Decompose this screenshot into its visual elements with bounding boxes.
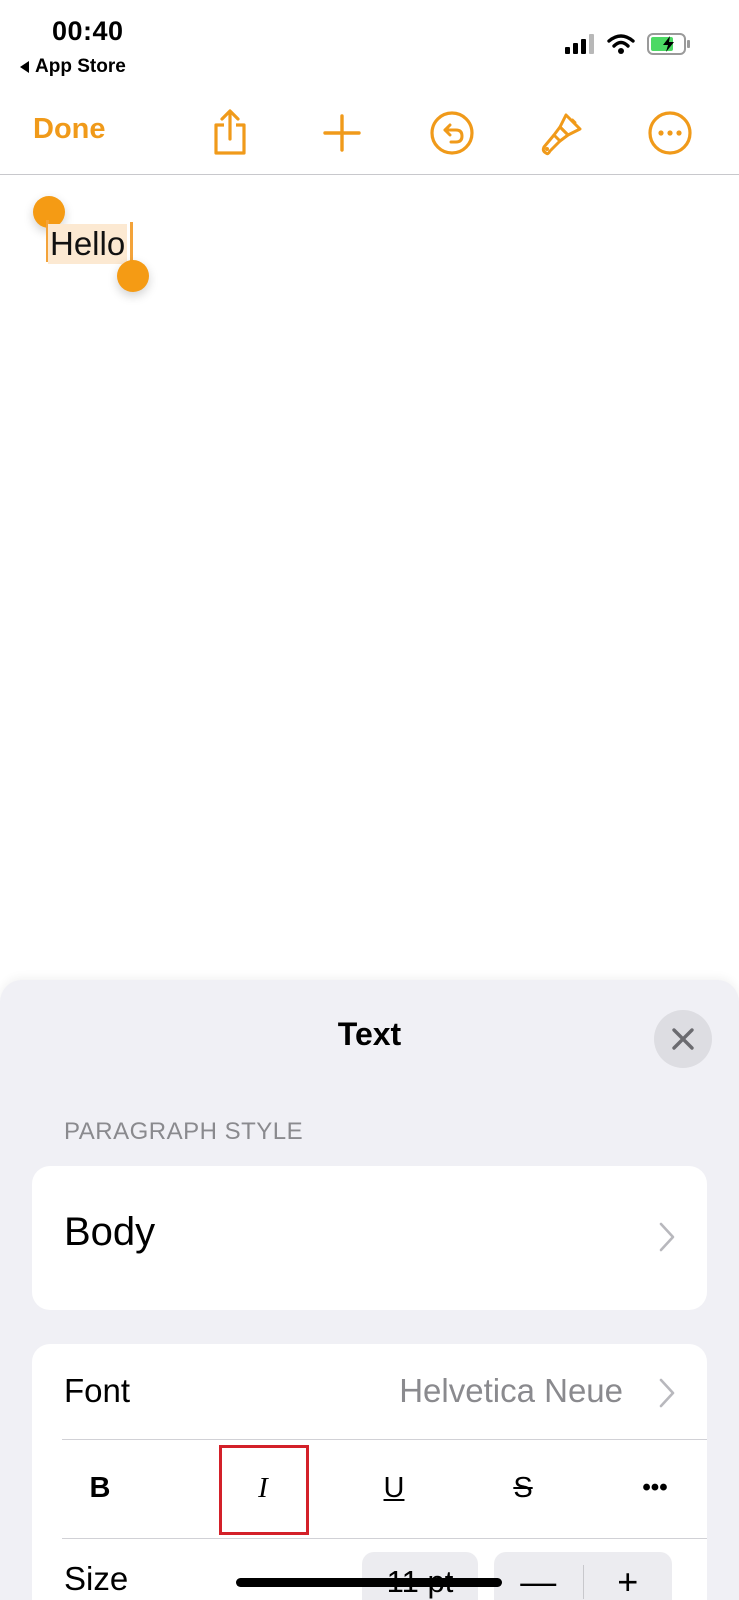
size-label: Size: [64, 1560, 129, 1597]
paragraph-style-value: Body: [64, 1210, 156, 1254]
strikethrough-button[interactable]: S: [483, 1463, 563, 1513]
share-icon[interactable]: [204, 107, 256, 159]
text-format-panel: Text PARAGRAPH STYLE Body Font Helvetica…: [0, 980, 739, 1600]
italic-highlight-box: [219, 1445, 309, 1535]
status-bar: 00:40 App Store: [0, 0, 739, 95]
bold-button[interactable]: B: [60, 1463, 140, 1513]
status-icons: [565, 33, 691, 55]
more-styles-button[interactable]: •••: [615, 1463, 695, 1513]
paintbrush-icon[interactable]: [536, 107, 588, 159]
done-button[interactable]: Done: [33, 113, 106, 146]
selection-end-caret: [130, 222, 133, 264]
panel-title: Text: [337, 1016, 402, 1052]
font-row[interactable]: Font Helvetica Neue: [62, 1344, 707, 1440]
size-increase-button[interactable]: +: [584, 1552, 673, 1600]
home-indicator[interactable]: [236, 1578, 502, 1587]
selection-end-handle[interactable]: [117, 260, 149, 292]
paragraph-style-row[interactable]: Body: [32, 1166, 707, 1310]
close-icon: [672, 1028, 694, 1050]
battery-charging-icon: [647, 33, 690, 55]
back-to-app-link[interactable]: App Store: [20, 56, 126, 78]
text-style-buttons: B I U S •••: [62, 1441, 707, 1539]
chevron-right-icon: [659, 1378, 675, 1408]
chevron-right-icon: [659, 1222, 675, 1252]
paragraph-style-label: PARAGRAPH STYLE: [64, 1118, 304, 1145]
close-button[interactable]: [654, 1010, 712, 1068]
size-row: Size 11 pt — +: [32, 1540, 707, 1600]
size-value-field[interactable]: 11 pt: [362, 1552, 478, 1600]
document-canvas[interactable]: [0, 176, 739, 976]
status-time: 00:40: [52, 16, 124, 46]
selected-text[interactable]: Hello: [48, 224, 128, 264]
underline-button[interactable]: U: [354, 1463, 434, 1513]
back-app-label: App Store: [35, 56, 126, 77]
font-label: Font: [64, 1372, 131, 1409]
wifi-icon: [607, 34, 635, 54]
font-settings-card: Font Helvetica Neue B I U S ••• Size 11 …: [32, 1344, 707, 1600]
size-stepper: — +: [494, 1552, 672, 1600]
size-decrease-button[interactable]: —: [494, 1552, 583, 1600]
add-icon[interactable]: [316, 107, 368, 159]
undo-icon[interactable]: [426, 107, 478, 159]
cellular-signal-icon: [565, 34, 594, 54]
more-icon[interactable]: [644, 107, 696, 159]
document-toolbar: Done: [0, 95, 739, 175]
font-value: Helvetica Neue: [399, 1372, 623, 1409]
back-triangle-icon: [20, 61, 29, 73]
